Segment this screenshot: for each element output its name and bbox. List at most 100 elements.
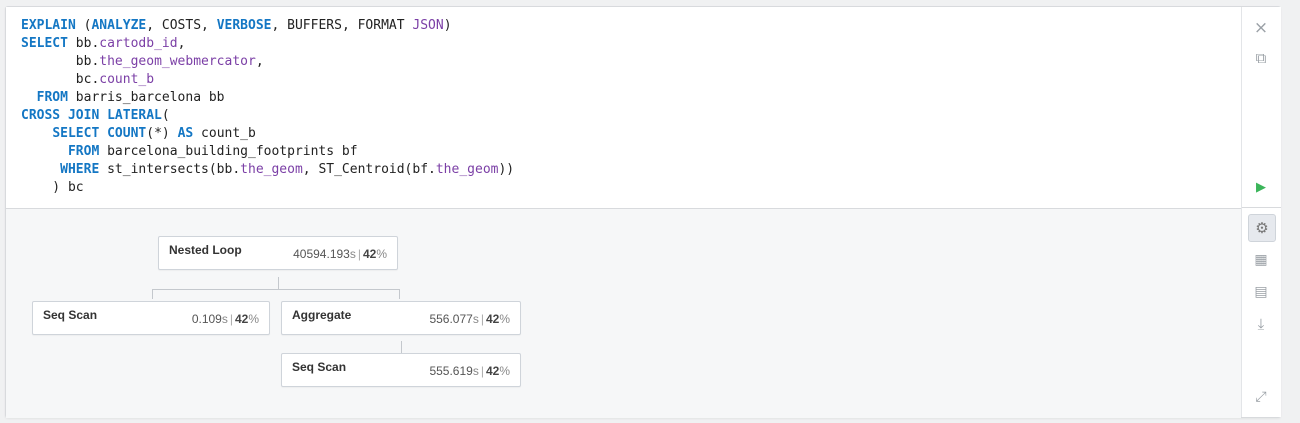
connector-aggregate-down [401, 341, 402, 353]
sql-token: , COSTS, [146, 18, 217, 33]
plan-node-stats: 555.619s | 42% [429, 364, 510, 378]
plan-node-stats: 556.077s | 42% [429, 312, 510, 326]
sql-token: count_b [99, 72, 155, 87]
toolbar-divider [1242, 207, 1281, 208]
connector-left-down [152, 289, 153, 299]
cell-toolbar: × ⧉ ▶ ⚙ ▦ ▤ ⤓ ⤢ [1241, 7, 1281, 417]
sql-token: count_b [193, 126, 256, 141]
sql-token: the_geom_webmercator [99, 54, 256, 69]
plan-node-name: Aggregate [292, 308, 352, 322]
plan-node-percent: 42 [485, 312, 500, 326]
settings-icon[interactable]: ⚙ [1248, 214, 1276, 242]
plan-node-name: Seq Scan [292, 360, 347, 374]
run-icon[interactable]: ▶ [1248, 174, 1274, 200]
sql-token: CROSS JOIN LATERAL [21, 108, 162, 123]
sql-line: FROM barcelona_building_footprints bf [21, 144, 358, 159]
plan-node-seq-scan[interactable]: Seq Scan 555.619s | 42% [281, 353, 521, 387]
card-icon[interactable]: ▤ [1248, 279, 1274, 305]
plan-node-name: Seq Scan [43, 308, 98, 322]
sql-token: bb. [67, 36, 100, 51]
plan-node-time: 0.109 [191, 312, 222, 326]
plan-node-unit: s [472, 364, 479, 378]
copy-icon[interactable]: ⧉ [1248, 45, 1274, 71]
sql-token: the_geom [240, 162, 303, 177]
sql-token: , ST_Centroid(bf. [302, 162, 436, 177]
sql-token: FROM [36, 90, 68, 105]
sql-token: , [255, 54, 264, 69]
sql-line: SELECT bb.cartodb_id, [21, 36, 185, 51]
plan-node-nested-loop[interactable]: Nested Loop 40594.193s | 42% [158, 236, 398, 270]
sql-token: ANALYZE [91, 18, 147, 33]
plan-node-name: Nested Loop [169, 243, 242, 257]
sql-token: barris_barcelona bb [67, 90, 225, 105]
sql-token: (*) [146, 126, 178, 141]
sql-token: SELECT [52, 126, 100, 141]
plan-node-stats: 40594.193s | 42% [293, 247, 387, 261]
plan-node-seq-scan[interactable]: Seq Scan 0.109s | 42% [32, 301, 270, 335]
sql-line: CROSS JOIN LATERAL( [21, 108, 170, 123]
plan-node-unit: s [349, 247, 356, 261]
sql-token: JSON [412, 18, 444, 33]
sql-token: WHERE [60, 162, 100, 177]
sql-token: COUNT [107, 126, 147, 141]
stat-separator: | [480, 312, 484, 326]
explain-plan-panel: Nested Loop 40594.193s | 42% Seq Scan 0.10… [6, 208, 1241, 418]
plan-node-time: 556.077 [429, 312, 473, 326]
sql-token: st_intersects(bb. [99, 162, 241, 177]
plan-node-aggregate[interactable]: Aggregate 556.077s | 42% [281, 301, 521, 335]
sql-line: WHERE st_intersects(bb.the_geom, ST_Cent… [21, 162, 514, 177]
connector-horizontal [152, 289, 400, 290]
connector-right-down [399, 289, 400, 299]
expand-icon[interactable]: ⤢ [1248, 384, 1274, 410]
plan-node-percent: 42 [485, 364, 500, 378]
sql-token: AS [177, 126, 194, 141]
query-card: EXPLAIN (ANALYZE, COSTS, VERBOSE, BUFFER… [5, 6, 1281, 418]
sql-token: ) bc [21, 180, 84, 195]
download-icon[interactable]: ⤓ [1248, 311, 1274, 337]
sql-token: )) [498, 162, 515, 177]
sql-token: , [177, 36, 186, 51]
plan-node-unit: s [221, 312, 228, 326]
plan-node-time: 40594.193 [293, 247, 350, 261]
percent-sign: % [499, 312, 510, 326]
plan-node-percent: 42 [362, 247, 377, 261]
sql-token: VERBOSE [216, 18, 272, 33]
plan-node-unit: s [472, 312, 479, 326]
percent-sign: % [376, 247, 387, 261]
close-icon[interactable]: × [1248, 15, 1274, 41]
table-icon[interactable]: ▦ [1248, 247, 1274, 273]
sql-line: EXPLAIN (ANALYZE, COSTS, VERBOSE, BUFFER… [21, 18, 452, 33]
connector-root-down [278, 277, 279, 289]
sql-token: EXPLAIN [21, 18, 76, 33]
sql-line: FROM barris_barcelona bb [21, 90, 225, 105]
sql-line: bb.the_geom_webmercator, [21, 54, 264, 69]
sql-token: the_geom [435, 162, 499, 177]
sql-token: bc. [21, 72, 100, 87]
sql-line: bc.count_b [21, 72, 154, 87]
percent-sign: % [499, 364, 510, 378]
sql-token: cartodb_id [99, 36, 178, 51]
sql-token: FROM [67, 144, 100, 159]
stat-separator: | [357, 247, 361, 261]
sql-editor[interactable]: EXPLAIN (ANALYZE, COSTS, VERBOSE, BUFFER… [6, 7, 1241, 207]
plan-node-percent: 42 [234, 312, 249, 326]
percent-sign: % [248, 312, 259, 326]
stat-separator: | [229, 312, 233, 326]
plan-node-time: 555.619 [429, 364, 473, 378]
sql-line: SELECT COUNT(*) AS count_b [21, 126, 256, 141]
sql-line: ) bc [21, 180, 84, 195]
sql-token: ( [75, 18, 92, 33]
sql-code[interactable]: EXPLAIN (ANALYZE, COSTS, VERBOSE, BUFFER… [21, 17, 514, 197]
sql-token: ( [161, 108, 170, 123]
sql-token: SELECT [21, 36, 68, 51]
sql-token: barcelona_building_footprints bf [99, 144, 358, 159]
sql-token: bb. [21, 54, 100, 69]
sql-token: ) [443, 18, 452, 33]
sql-token: , BUFFERS, FORMAT [271, 18, 413, 33]
stat-separator: | [480, 364, 484, 378]
